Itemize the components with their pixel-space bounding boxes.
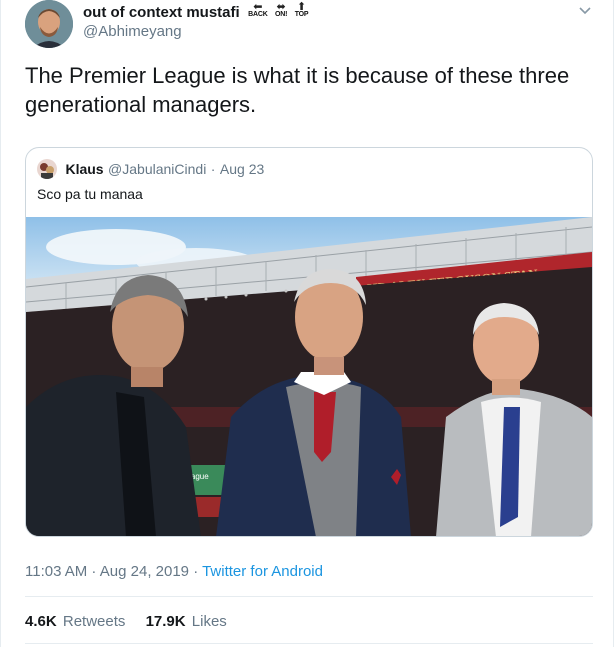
author-handle[interactable]: @Abhimeyang	[83, 23, 311, 40]
retweets-label: Retweets	[62, 613, 126, 630]
tweet-card: out of context mustafi ⬅ BACK ⬌ ON! ⬆ TOP @…	[0, 0, 614, 647]
quoted-author-name: Klaus	[65, 161, 104, 177]
emoji-label-back: BACK	[248, 11, 268, 18]
tweet-stats: 4.6K Retweets 17.9K Likes	[25, 613, 243, 630]
likes-label: Likes	[191, 613, 227, 630]
tweet-time[interactable]: 11:03 AM	[25, 563, 87, 580]
likes-stat[interactable]: 17.9K Likes	[146, 613, 227, 630]
tweet-source-link[interactable]: Twitter for Android	[202, 563, 323, 580]
likes-count: 17.9K	[145, 613, 186, 630]
meta-separator-2: ·	[189, 563, 203, 580]
chevron-down-icon[interactable]	[577, 2, 593, 18]
on-arrow-icon: ⬌ ON!	[275, 1, 288, 19]
emoji-label-top: TOP	[294, 11, 309, 18]
quoted-tweet[interactable]: Klaus @JabulaniCindi · Aug 23 Sco pa tu …	[25, 147, 593, 537]
quoted-date: Aug 23	[219, 161, 265, 177]
tweet-date[interactable]: Aug 24, 2019	[100, 563, 189, 580]
back-arrow-icon: ⬅ BACK	[248, 1, 268, 19]
author-avatar[interactable]	[25, 0, 73, 48]
tweet-meta: 11:03 AM · Aug 24, 2019 · Twitter for An…	[25, 563, 323, 580]
retweets-stat[interactable]: 4.6K Retweets	[25, 613, 125, 630]
author-block: out of context mustafi ⬅ BACK ⬌ ON! ⬆ TOP @…	[83, 1, 311, 41]
author-name[interactable]: out of context mustafi	[83, 4, 240, 21]
quoted-tweet-text: Sco pa tu manaa	[37, 186, 143, 202]
quoted-photo[interactable]: SIR ALEX FERGUSON STAN League	[26, 217, 592, 536]
quoted-separator: ·	[210, 161, 216, 177]
tweet-text: The Premier League is what it is because…	[25, 63, 570, 117]
emoji-label-on: ON!	[275, 11, 288, 18]
emoji-group: ⬅ BACK ⬌ ON! ⬆ TOP	[248, 1, 311, 21]
top-arrow-icon: ⬆ TOP	[294, 1, 309, 19]
quoted-author-avatar	[37, 159, 57, 179]
quoted-author-handle: @JabulaniCindi	[108, 161, 207, 177]
divider	[25, 643, 593, 644]
retweets-count: 4.6K	[25, 613, 57, 630]
quoted-tweet-header: Klaus @JabulaniCindi · Aug 23	[37, 159, 264, 179]
meta-separator-1: ·	[87, 563, 100, 580]
divider	[25, 596, 593, 597]
